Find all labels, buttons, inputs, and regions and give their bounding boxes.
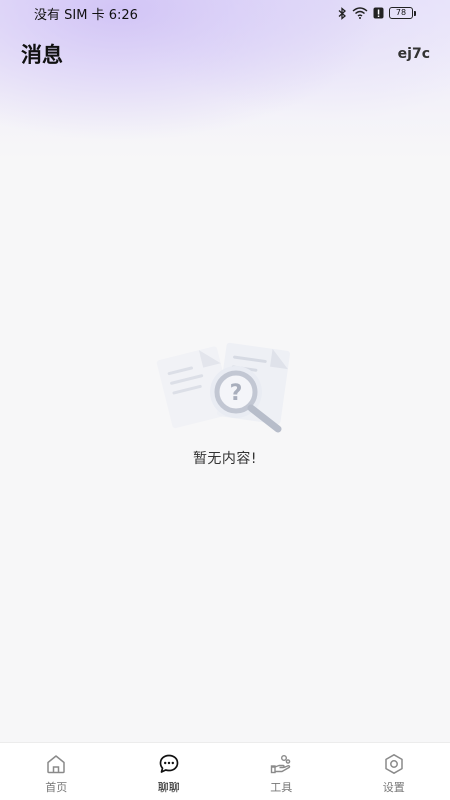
nav-label-tools: 工具 — [270, 781, 293, 794]
bottom-nav: 首页 聊聊 工具 设置 — [0, 742, 450, 800]
nav-label-settings: 设置 — [382, 781, 405, 794]
battery-level: 78 — [389, 7, 413, 19]
wifi-icon — [352, 7, 368, 19]
nav-item-chat[interactable]: 聊聊 — [113, 743, 226, 800]
alert-icon — [373, 7, 384, 19]
svg-text:?: ? — [230, 381, 243, 406]
status-icons: 78 — [337, 6, 416, 20]
carrier-time-text: 没有 SIM 卡 6:26 — [34, 7, 138, 23]
battery-icon: 78 — [389, 7, 416, 19]
hexagon-settings-icon — [385, 754, 403, 774]
empty-state: ? 暂无内容! — [0, 340, 450, 468]
nav-label-home: 首页 — [45, 781, 68, 794]
nav-item-tools[interactable]: 工具 — [225, 743, 338, 800]
empty-message: 暂无内容! — [192, 451, 258, 467]
document-search-icon: ? — [156, 342, 290, 433]
status-bar: 没有 SIM 卡 6:26 78 — [0, 0, 450, 26]
nav-item-home[interactable]: 首页 — [0, 743, 113, 800]
page-title: 消息 — [21, 43, 63, 67]
chat-bubble-icon — [159, 754, 179, 773]
nav-label-chat: 聊聊 — [157, 781, 180, 794]
bluetooth-icon — [338, 6, 346, 20]
home-icon — [47, 755, 65, 774]
nav-item-settings[interactable]: 设置 — [338, 743, 450, 800]
app-header: 消息 ej7c — [0, 36, 450, 72]
tools-hand-icon — [271, 755, 291, 774]
user-code[interactable]: ej7c — [398, 46, 430, 62]
